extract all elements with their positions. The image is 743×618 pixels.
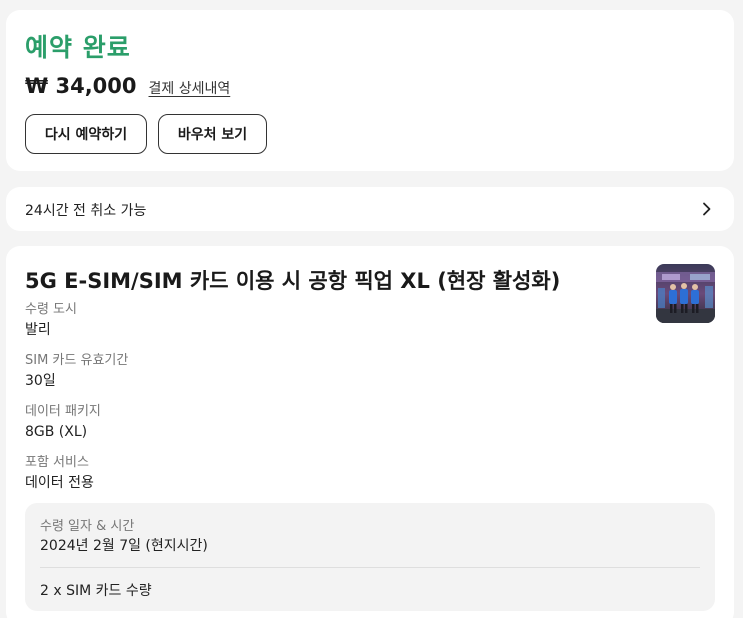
- pickup-schedule-box: 수령 일자 & 시간 2024년 2월 7일 (현지시간) 2 x SIM 카드…: [25, 503, 715, 611]
- pickup-date: 2024년 2월 7일 (현지시간): [40, 538, 208, 554]
- detail-value: 8GB (XL): [25, 424, 88, 440]
- detail-value: 데이터 전용: [25, 475, 94, 491]
- pickup-datetime-label: 수령 일자 & 시간: [40, 519, 135, 534]
- cancellation-policy-row[interactable]: 24시간 전 취소 가능: [6, 187, 734, 231]
- cancellation-text: 24시간 전 취소 가능: [25, 203, 147, 219]
- sim-quantity: 2 x SIM 카드 수량: [40, 583, 152, 599]
- detail-value: 발리: [25, 322, 51, 338]
- booking-status-card: 예약 완료 ₩ 34,000 결제 상세내역 다시 예약하기 바우처 보기: [6, 10, 734, 171]
- detail-sim-validity: SIM 카드 유효기간 30일: [25, 352, 128, 392]
- detail-value: 30일: [25, 373, 56, 389]
- price-row: ₩ 34,000 결제 상세내역: [25, 74, 230, 98]
- rebook-button[interactable]: 다시 예약하기: [25, 114, 147, 154]
- product-card: 5G E-SIM/SIM 카드 이용 시 공항 픽업 XL (현장 활성화) 수…: [6, 246, 734, 618]
- action-buttons: 다시 예약하기 바우처 보기: [25, 114, 267, 154]
- detail-label: 수령 도시: [25, 302, 77, 317]
- payment-detail-link[interactable]: 결제 상세내역: [149, 78, 231, 98]
- total-price: ₩ 34,000: [25, 74, 137, 98]
- detail-data-package: 데이터 패키지 8GB (XL): [25, 403, 128, 443]
- detail-label: 데이터 패키지: [25, 404, 101, 419]
- product-thumbnail: [656, 264, 715, 323]
- product-title: 5G E-SIM/SIM 카드 이용 시 공항 픽업 XL (현장 활성화): [25, 269, 561, 293]
- detail-included-services: 포함 서비스 데이터 전용: [25, 454, 128, 494]
- chevron-right-icon: [703, 202, 711, 216]
- divider: [40, 567, 700, 568]
- product-details: 수령 도시 발리 SIM 카드 유효기간 30일 데이터 패키지 8GB (XL…: [25, 301, 128, 505]
- detail-pickup-city: 수령 도시 발리: [25, 301, 128, 341]
- booking-status-title: 예약 완료: [25, 33, 131, 62]
- detail-label: SIM 카드 유효기간: [25, 353, 129, 368]
- view-voucher-button[interactable]: 바우처 보기: [158, 114, 267, 154]
- detail-label: 포함 서비스: [25, 455, 89, 470]
